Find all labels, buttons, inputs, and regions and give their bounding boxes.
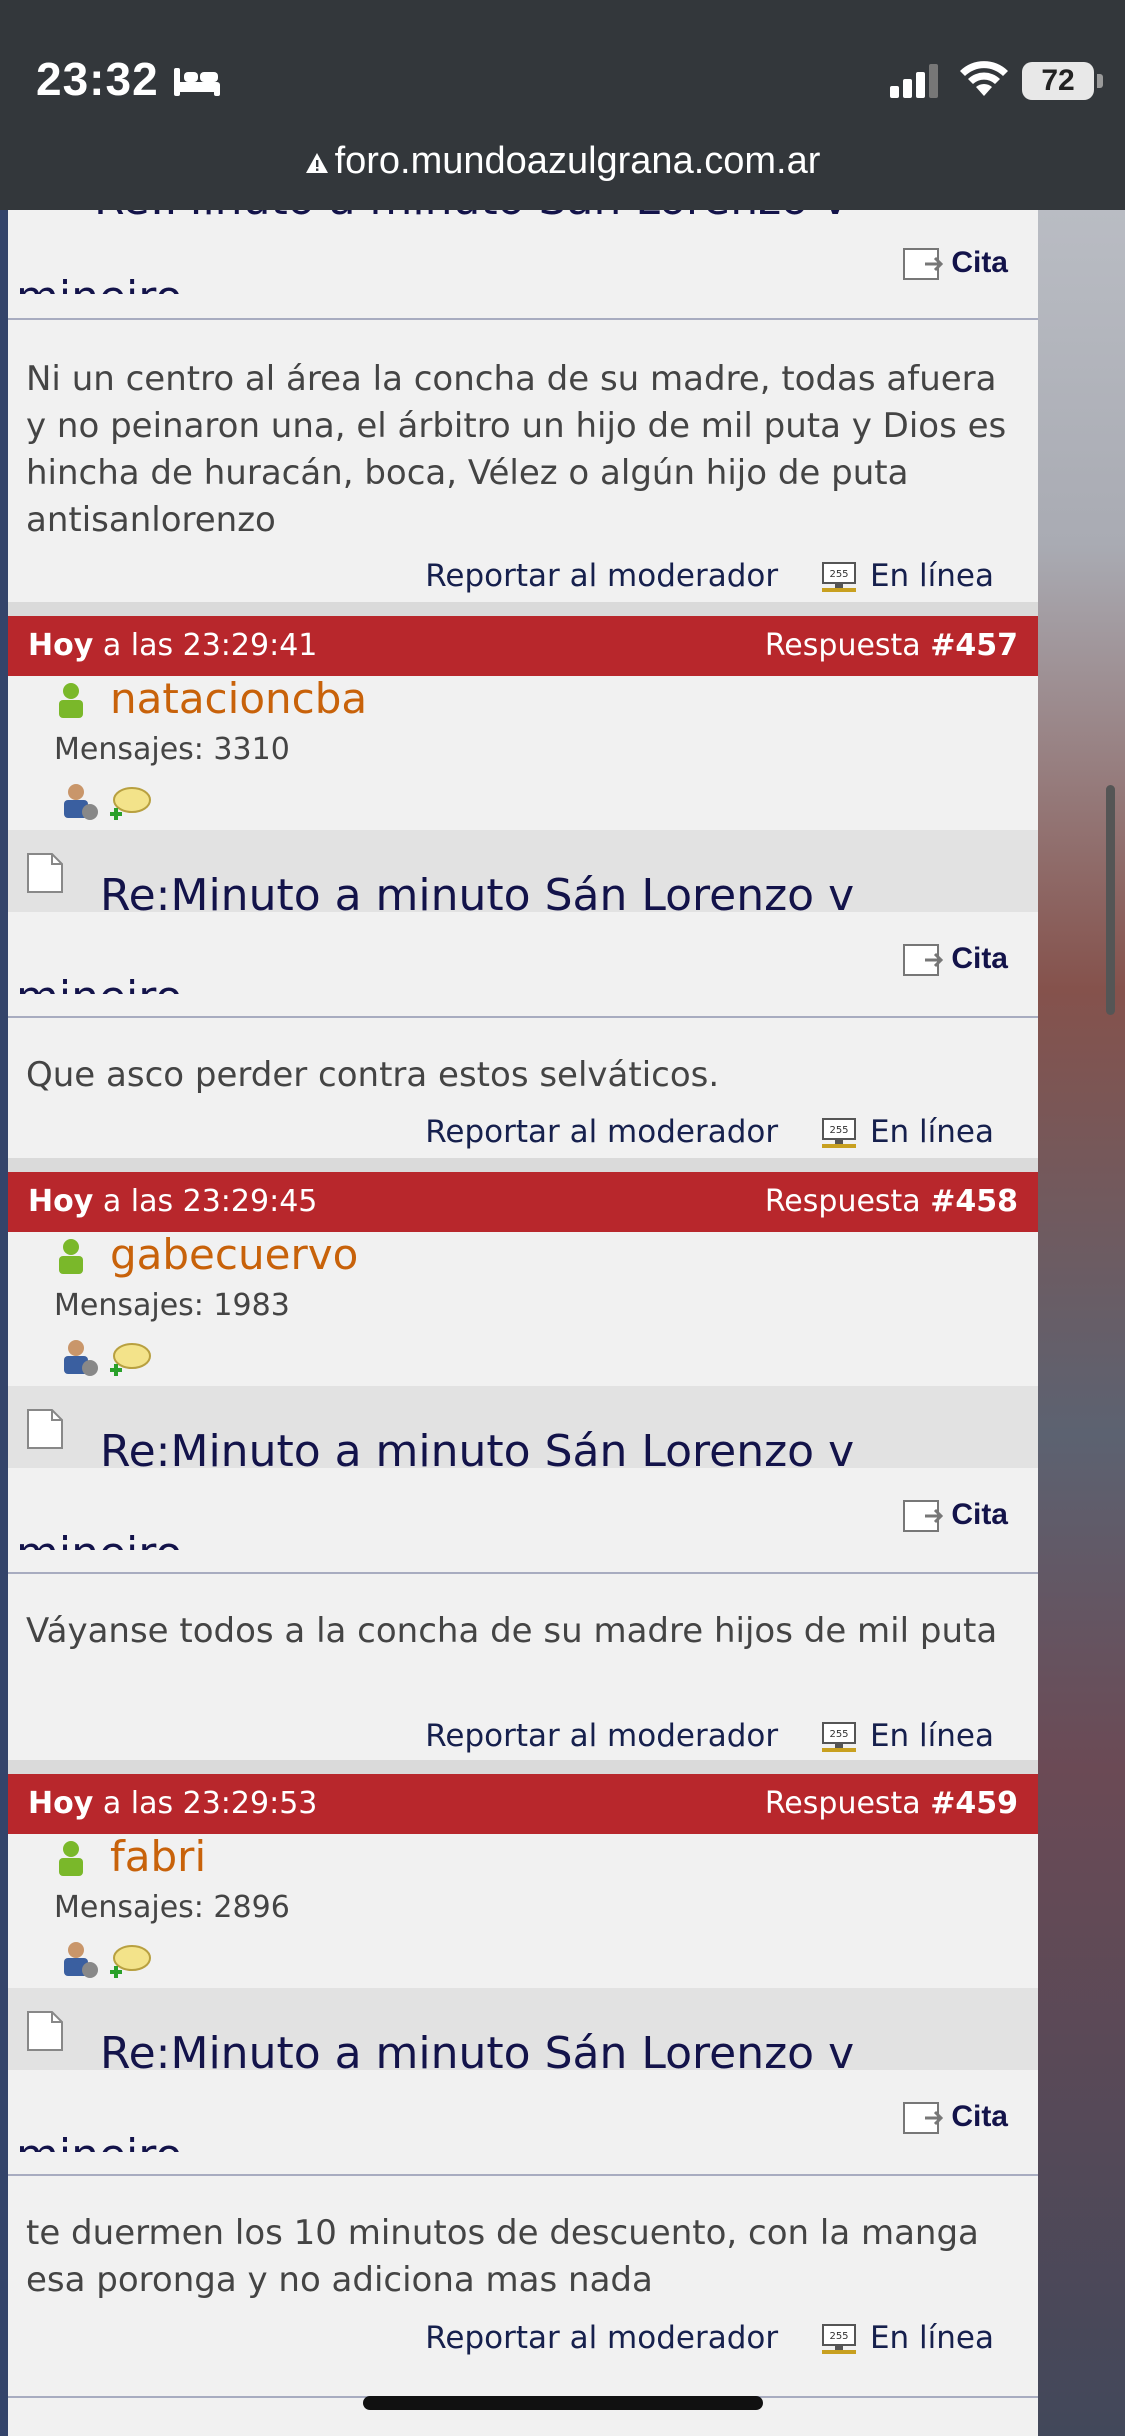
svg-text:255: 255	[829, 569, 848, 580]
document-icon	[27, 853, 63, 893]
send-pm-icon[interactable]	[108, 1342, 152, 1382]
online-status-icon: 255	[821, 561, 856, 592]
post-footer: Reportar al moderador 255 En línea	[425, 558, 994, 595]
home-indicator[interactable]	[363, 2396, 763, 2410]
scrollbar[interactable]	[1106, 785, 1115, 1015]
quote-icon	[903, 1500, 944, 1533]
username-link[interactable]: natacioncba	[110, 674, 367, 723]
post-day: Hoy	[28, 1786, 94, 1821]
online-status: En línea	[869, 1114, 994, 1150]
clock: 23:32	[36, 53, 159, 105]
online-status-icon: 255	[821, 1721, 856, 1752]
username-link[interactable]: gabecuervo	[110, 1230, 358, 1279]
message-count: Mensajes: 2896	[54, 1890, 290, 1925]
post-day: Hoy	[28, 1184, 94, 1219]
online-status: En línea	[869, 2320, 994, 2356]
post-separator	[8, 1158, 1038, 1172]
battery-tip	[1097, 74, 1103, 88]
divider	[8, 1572, 1038, 1574]
url-bar[interactable]: foro.mundoazulgrana.com.ar	[0, 140, 1125, 183]
post-header: Hoy a las 23:29:53 Respuesta #459	[8, 1774, 1038, 1834]
post-title-cut: mineiro	[16, 1528, 182, 1550]
wifi-icon	[960, 61, 1008, 96]
online-status-icon: 255	[821, 1117, 856, 1148]
reply-number-link[interactable]: Respuesta #458	[765, 1172, 1018, 1232]
divider	[8, 318, 1038, 320]
post-body: Váyanse todos a la concha de su madre hi…	[26, 1611, 998, 1651]
online-status-icon: 255	[821, 2323, 856, 2354]
online-status: En línea	[869, 1718, 994, 1754]
document-icon	[27, 2011, 63, 2051]
report-link[interactable]: Reportar al moderador	[425, 1718, 778, 1754]
quote-button[interactable]: Cita	[903, 2100, 1008, 2135]
post-footer: Reportar al moderador 255 En línea	[425, 1718, 994, 1755]
post-footer: Reportar al moderador 255 En línea	[425, 1114, 994, 1151]
user-online-icon	[59, 1841, 83, 1876]
report-link[interactable]: Reportar al moderador	[425, 558, 778, 594]
quote-button[interactable]: Cita	[903, 942, 1008, 977]
reply-number-link[interactable]: Respuesta #457	[765, 616, 1018, 676]
quote-icon	[903, 2102, 944, 2135]
post-title-cut: mineiro	[16, 272, 182, 294]
forum-thread: Re:Minuto a minuto Sán Lorenzo v Cita mi…	[0, 210, 1038, 2436]
url-text: foro.mundoazulgrana.com.ar	[334, 140, 821, 182]
post-time: a las 23:29:41	[102, 628, 318, 663]
message-count: Mensajes: 1983	[54, 1288, 290, 1323]
message-count: Mensajes: 3310	[54, 732, 290, 767]
post-header: Hoy a las 23:29:45 Respuesta #458	[8, 1172, 1038, 1232]
quote-icon	[903, 944, 944, 977]
background-image	[1038, 210, 1125, 2436]
post-header: Hoy a las 23:29:41 Respuesta #457	[8, 616, 1038, 676]
status-bar: 23:32 72 foro.mundoazulgrana.com.ar	[0, 0, 1125, 210]
post-title-cut: mineiro	[16, 2130, 182, 2152]
post-separator	[8, 1760, 1038, 1774]
battery-indicator: 72	[1022, 62, 1094, 100]
user-online-icon	[59, 683, 83, 718]
not-secure-warning-icon	[305, 152, 328, 173]
online-status: En línea	[869, 558, 994, 594]
report-link[interactable]: Reportar al moderador	[425, 1114, 778, 1150]
report-link[interactable]: Reportar al moderador	[425, 2320, 778, 2356]
document-icon	[27, 1409, 63, 1449]
divider	[8, 2174, 1038, 2176]
svg-text:255: 255	[829, 1729, 848, 1740]
post-title[interactable]: Re:Minuto a minuto Sán Lorenzo v	[94, 210, 848, 225]
cellular-signal-icon	[890, 64, 938, 98]
sleep-mode-icon	[174, 68, 220, 96]
divider	[8, 1016, 1038, 1018]
post-time: a las 23:29:53	[102, 1786, 318, 1821]
send-pm-icon[interactable]	[108, 1944, 152, 1984]
post-separator	[8, 602, 1038, 616]
svg-text:255: 255	[829, 2331, 848, 2342]
post-body: te duermen los 10 minutos de descuento, …	[26, 2213, 979, 2300]
post-body: Que asco perder contra estos selváticos.	[26, 1055, 720, 1095]
post-title[interactable]: Re:Minuto a minuto Sán Lorenzo v	[100, 1426, 854, 1477]
post-day: Hoy	[28, 628, 94, 663]
reply-number-link[interactable]: Respuesta #459	[765, 1774, 1018, 1834]
user-online-icon	[59, 1239, 83, 1274]
post-body: Ni un centro al área la concha de su mad…	[26, 359, 1007, 540]
profile-icon[interactable]	[60, 1338, 100, 1378]
post-footer: Reportar al moderador 255 En línea	[425, 2320, 994, 2357]
post-title-cut: mineiro	[16, 972, 182, 994]
quote-button[interactable]: Cita	[903, 1498, 1008, 1533]
username-link[interactable]: fabri	[110, 1832, 206, 1881]
quote-button[interactable]: Cita	[903, 246, 1008, 281]
profile-icon[interactable]	[60, 782, 100, 822]
svg-text:255: 255	[829, 1125, 848, 1136]
profile-icon[interactable]	[60, 1940, 100, 1980]
post-title[interactable]: Re:Minuto a minuto Sán Lorenzo v	[100, 870, 854, 921]
post-title[interactable]: Re:Minuto a minuto Sán Lorenzo v	[100, 2028, 854, 2079]
send-pm-icon[interactable]	[108, 786, 152, 826]
post-time: a las 23:29:45	[102, 1184, 318, 1219]
quote-icon	[903, 248, 944, 281]
